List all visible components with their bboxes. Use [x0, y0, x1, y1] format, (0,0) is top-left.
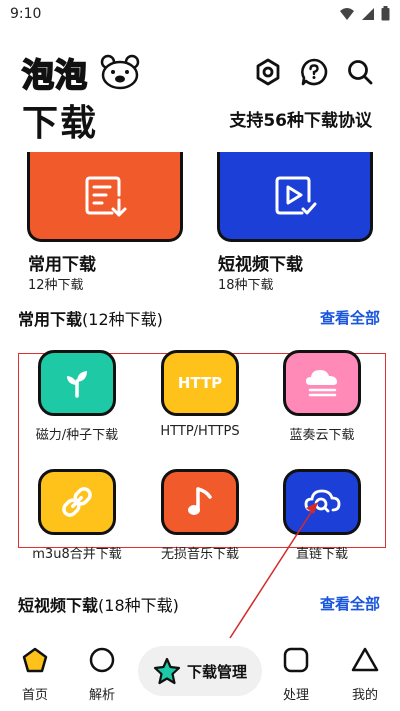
music-label: 无损音乐下载 — [160, 547, 239, 562]
logo-text: 泡泡 — [21, 55, 89, 95]
m3u8-download-item[interactable]: m3u8合并下载 — [17, 469, 137, 562]
cloud-icon — [306, 370, 337, 397]
common-download-title: 常用下载 — [28, 255, 96, 275]
http-download-item[interactable]: HTTP HTTP/HTTPS — [140, 350, 260, 439]
nav-download-manager[interactable]: 下载管理 — [138, 646, 262, 696]
nav-process-label: 处理 — [282, 688, 309, 703]
protocol-count: 支持56种下载协议 — [229, 111, 372, 131]
download-list-icon — [85, 176, 127, 216]
m3u8-label: m3u8合并下载 — [32, 547, 122, 562]
lanzou-download-item[interactable]: 蓝奏云下载 — [262, 350, 382, 443]
help-button[interactable] — [298, 56, 330, 88]
video-view-all-link[interactable]: 查看全部 — [320, 593, 380, 614]
nav-home-label: 首页 — [21, 688, 48, 703]
lossless-music-item[interactable]: 无损音乐下载 — [140, 469, 260, 562]
music-tile — [161, 469, 239, 535]
bear-icon — [100, 54, 140, 90]
nav-parse[interactable]: 解析 — [72, 646, 132, 703]
short-video-card[interactable] — [217, 152, 373, 242]
http-icon: HTTP — [177, 374, 223, 392]
video-icon — [275, 176, 317, 214]
square-icon — [283, 647, 309, 673]
circle-icon — [89, 647, 115, 673]
search-icon — [348, 60, 373, 85]
nav-mine-label: 我的 — [351, 688, 378, 703]
video-section-title: 短视频下载(18种下载) — [18, 592, 179, 616]
search-button[interactable] — [344, 56, 376, 88]
status-time: 9:10 — [10, 6, 42, 22]
common-download-card[interactable] — [27, 152, 183, 242]
wifi-icon — [340, 7, 354, 20]
common-section-title: 常用下载(12种下载) — [18, 306, 163, 330]
battery-icon — [381, 6, 390, 21]
video-section-title-bold: 短视频下载 — [18, 596, 99, 615]
settings-button[interactable] — [252, 56, 284, 88]
header-actions — [252, 56, 376, 88]
nav-parse-label: 解析 — [88, 688, 115, 703]
sprout-icon — [67, 371, 87, 398]
star-icon — [153, 657, 181, 685]
short-video-sub: 18种下载 — [218, 278, 274, 293]
video-section-title-count: (18种下载) — [98, 596, 179, 615]
nav-download-manager-label: 下载管理 — [186, 662, 247, 681]
magnet-label: 磁力/种子下载 — [35, 428, 119, 443]
direct-link-item[interactable]: 直链下载 — [262, 469, 382, 562]
nav-home[interactable]: 首页 — [5, 646, 65, 703]
pentagon-icon — [22, 647, 48, 673]
link-icon — [62, 487, 92, 517]
music-note-icon — [188, 487, 212, 515]
short-video-title: 短视频下载 — [218, 255, 303, 275]
common-download-sub: 12种下载 — [28, 278, 84, 293]
common-section-title-count: (12种下载) — [82, 310, 163, 329]
page-title: 下载 — [22, 103, 99, 144]
direct-link-tile — [283, 469, 361, 535]
help-icon — [301, 58, 328, 86]
http-tile: HTTP — [161, 350, 239, 416]
m3u8-tile — [38, 469, 116, 535]
bottom-nav: 首页 解析 下载管理 处理 我的 — [0, 636, 400, 711]
app-logo: 泡泡 — [21, 50, 142, 96]
cloud-search-icon — [304, 489, 341, 513]
lanzou-tile — [283, 350, 361, 416]
status-bar: 9:10 — [0, 0, 400, 30]
http-label: HTTP/HTTPS — [160, 424, 240, 439]
direct-link-label: 直链下载 — [295, 547, 348, 562]
nav-process[interactable]: 处理 — [266, 646, 326, 703]
status-icons — [339, 6, 390, 21]
common-section-title-bold: 常用下载 — [18, 310, 83, 329]
lanzou-label: 蓝奏云下载 — [289, 428, 355, 443]
triangle-icon — [351, 647, 379, 672]
magnet-tile — [38, 350, 116, 416]
gear-icon — [256, 58, 280, 86]
nav-mine[interactable]: 我的 — [335, 646, 395, 703]
signal-icon — [362, 7, 374, 20]
common-view-all-link[interactable]: 查看全部 — [320, 307, 380, 328]
magnet-download-item[interactable]: 磁力/种子下载 — [17, 350, 137, 443]
